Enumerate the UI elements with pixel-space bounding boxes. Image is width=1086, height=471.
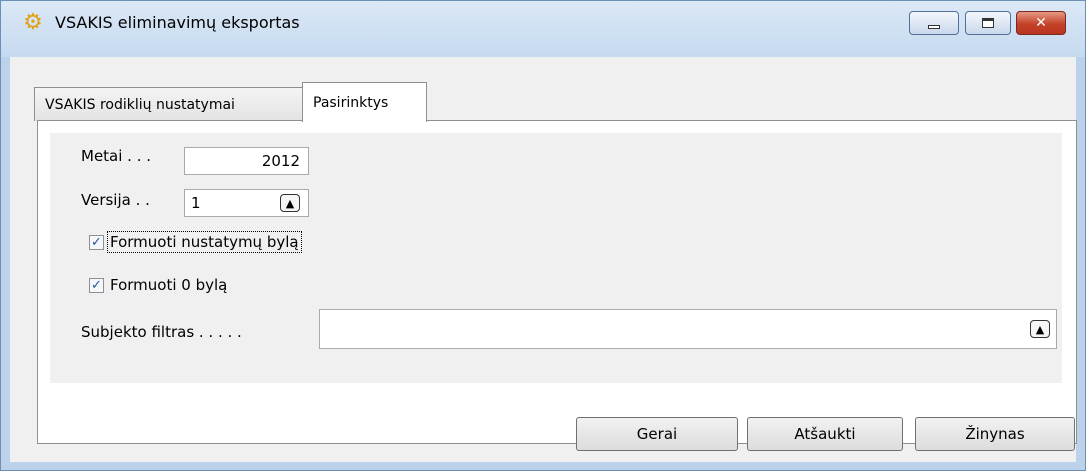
versija-value: 1 <box>191 194 201 212</box>
arrow-up-icon: ▲ <box>1035 322 1045 336</box>
metai-input[interactable]: 2012 <box>184 147 309 175</box>
dialog-client-area: VSAKIS rodiklių nustatymai Pasirinktys M… <box>10 57 1077 462</box>
tab-pasirinktys[interactable]: Pasirinktys <box>302 82 427 122</box>
atsaukti-button[interactable]: Atšaukti <box>747 417 903 451</box>
subjekto-filtras-input[interactable]: ▲ <box>319 309 1057 349</box>
subjekto-filtras-lookup-button[interactable]: ▲ <box>1030 320 1050 338</box>
tab-label: VSAKIS rodiklių nustatymai <box>45 96 235 113</box>
tab-vsakis-rodikliu-nustatymai[interactable]: VSAKIS rodiklių nustatymai <box>34 87 304 121</box>
formuoti-nustatymu-checkbox[interactable]: ✓ <box>89 234 104 250</box>
zinynas-button-label: Žinynas <box>965 425 1025 443</box>
checkmark-icon: ✓ <box>91 277 102 293</box>
formuoti-zero-checkbox[interactable]: ✓ <box>89 277 104 293</box>
maximize-icon <box>982 18 994 28</box>
title-bar[interactable]: ⚙ VSAKIS eliminavimų eksportas ✕ <box>1 1 1085 57</box>
close-button[interactable]: ✕ <box>1016 11 1066 35</box>
formuoti-nustatymu-label: Formuoti nustatymų bylą <box>107 231 302 253</box>
arrow-up-icon: ▲ <box>285 196 295 210</box>
checkmark-icon: ✓ <box>91 234 102 250</box>
minimize-button[interactable] <box>909 11 959 35</box>
minimize-icon <box>928 25 940 29</box>
formuoti-nustatymu-checkbox-row[interactable]: ✓ Formuoti nustatymų bylą <box>89 231 302 253</box>
gerai-button[interactable]: Gerai <box>576 417 738 451</box>
zinynas-button[interactable]: Žinynas <box>915 417 1075 451</box>
gear-icon: ⚙ <box>23 10 43 35</box>
gerai-button-label: Gerai <box>636 425 678 443</box>
metai-value: 2012 <box>261 152 300 170</box>
window-title: VSAKIS eliminavimų eksportas <box>55 13 300 32</box>
close-icon: ✕ <box>1035 15 1047 31</box>
formuoti-zero-checkbox-row[interactable]: ✓ Formuoti 0 bylą <box>89 275 229 295</box>
versija-lookup-button[interactable]: ▲ <box>280 194 300 212</box>
versija-input[interactable]: 1 ▲ <box>184 189 309 217</box>
formuoti-zero-label: Formuoti 0 bylą <box>110 276 228 294</box>
subjekto-filtras-label: Subjekto filtras . . . . . <box>81 323 242 341</box>
versija-label: Versija . . <box>81 191 150 209</box>
metai-label: Metai . . . <box>81 147 152 165</box>
maximize-button[interactable] <box>965 11 1011 35</box>
dialog-window: ⚙ VSAKIS eliminavimų eksportas ✕ VSAKIS … <box>0 0 1086 471</box>
tab-label: Pasirinktys <box>313 94 389 111</box>
atsaukti-button-label: Atšaukti <box>794 425 856 443</box>
